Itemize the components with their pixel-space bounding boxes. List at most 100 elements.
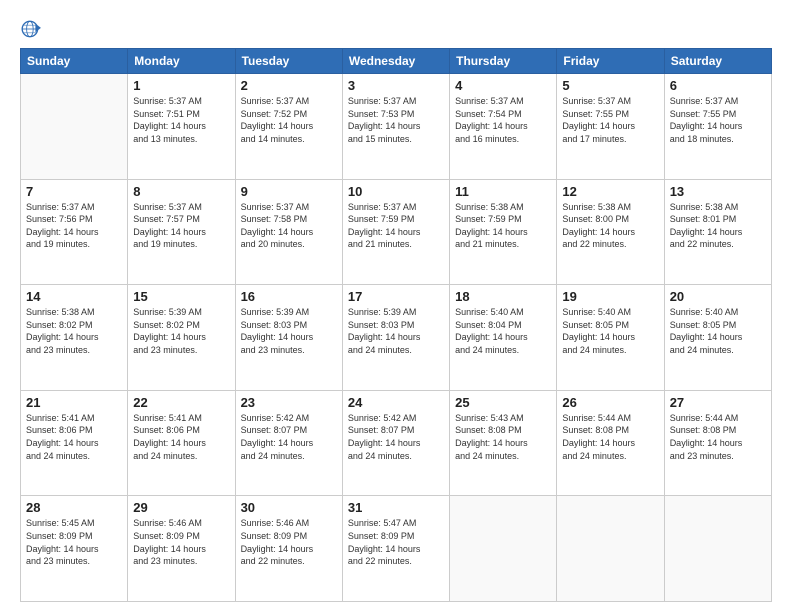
day-info: Sunrise: 5:44 AM Sunset: 8:08 PM Dayligh…	[562, 412, 658, 462]
calendar-cell: 28Sunrise: 5:45 AM Sunset: 8:09 PM Dayli…	[21, 496, 128, 602]
day-number: 28	[26, 500, 122, 515]
day-number: 9	[241, 184, 337, 199]
calendar-cell: 23 Sunrise: 5:42 AM Sunset: 8:07 PM Dayli…	[235, 390, 342, 496]
calendar-cell: 8 Sunrise: 5:37 AM Sunset: 7:57 PM Daylig…	[128, 179, 235, 285]
day-info: Sunrise: 5:40 AM Sunset: 8:04 PM Dayligh…	[455, 306, 551, 356]
weekday-sunday: Sunday	[21, 49, 128, 74]
day-number: 6	[670, 78, 766, 93]
day-info: Sunrise: 5:42 AM Sunset: 8:07 PM Dayligh…	[241, 412, 337, 462]
weekday-wednesday: Wednesday	[342, 49, 449, 74]
calendar-cell: 21 Sunrise: 5:41 AM Sunset: 8:06 PM Dayli…	[21, 390, 128, 496]
calendar-cell: 31Sunrise: 5:47 AM Sunset: 8:09 PM Dayli…	[342, 496, 449, 602]
header	[20, 18, 772, 40]
day-number: 19	[562, 289, 658, 304]
day-info: Sunrise: 5:43 AM Sunset: 8:08 PM Dayligh…	[455, 412, 551, 462]
day-number: 26	[562, 395, 658, 410]
day-info: Sunrise: 5:47 AM Sunset: 8:09 PM Dayligh…	[348, 517, 444, 567]
week-row-2: 7 Sunrise: 5:37 AM Sunset: 7:56 PM Daylig…	[21, 179, 772, 285]
calendar-cell: 9Sunrise: 5:37 AM Sunset: 7:58 PM Daylig…	[235, 179, 342, 285]
day-number: 24	[348, 395, 444, 410]
day-number: 13	[670, 184, 766, 199]
calendar-cell: 10 Sunrise: 5:37 AM Sunset: 7:59 PM Dayli…	[342, 179, 449, 285]
weekday-header-row: SundayMondayTuesdayWednesdayThursdayFrid…	[21, 49, 772, 74]
day-number: 21	[26, 395, 122, 410]
day-info: Sunrise: 5:37 AM Sunset: 7:59 PM Dayligh…	[348, 201, 444, 251]
weekday-thursday: Thursday	[450, 49, 557, 74]
calendar-cell: 1 Sunrise: 5:37 AM Sunset: 7:51 PM Daylig…	[128, 74, 235, 180]
calendar-cell: 17Sunrise: 5:39 AM Sunset: 8:03 PM Dayli…	[342, 285, 449, 391]
calendar-table: SundayMondayTuesdayWednesdayThursdayFrid…	[20, 48, 772, 602]
weekday-monday: Monday	[128, 49, 235, 74]
calendar-cell: 27 Sunrise: 5:44 AM Sunset: 8:08 PM Dayli…	[664, 390, 771, 496]
day-number: 20	[670, 289, 766, 304]
calendar-cell: 26 Sunrise: 5:44 AM Sunset: 8:08 PM Dayli…	[557, 390, 664, 496]
weekday-saturday: Saturday	[664, 49, 771, 74]
day-number: 29	[133, 500, 229, 515]
day-number: 8	[133, 184, 229, 199]
day-number: 27	[670, 395, 766, 410]
calendar-cell: 19 Sunrise: 5:40 AM Sunset: 8:05 PM Dayli…	[557, 285, 664, 391]
week-row-3: 14 Sunrise: 5:38 AM Sunset: 8:02 PM Dayli…	[21, 285, 772, 391]
day-info: Sunrise: 5:40 AM Sunset: 8:05 PM Dayligh…	[562, 306, 658, 356]
week-row-4: 21 Sunrise: 5:41 AM Sunset: 8:06 PM Dayli…	[21, 390, 772, 496]
calendar-cell: 30 Sunrise: 5:46 AM Sunset: 8:09 PM Dayli…	[235, 496, 342, 602]
calendar-cell: 3Sunrise: 5:37 AM Sunset: 7:53 PM Daylig…	[342, 74, 449, 180]
day-number: 3	[348, 78, 444, 93]
calendar-body: 1 Sunrise: 5:37 AM Sunset: 7:51 PM Daylig…	[21, 74, 772, 602]
calendar-cell: 7 Sunrise: 5:37 AM Sunset: 7:56 PM Daylig…	[21, 179, 128, 285]
day-info: Sunrise: 5:37 AM Sunset: 7:54 PM Dayligh…	[455, 95, 551, 145]
day-info: Sunrise: 5:37 AM Sunset: 7:56 PM Dayligh…	[26, 201, 122, 251]
day-number: 1	[133, 78, 229, 93]
day-info: Sunrise: 5:38 AM Sunset: 8:00 PM Dayligh…	[562, 201, 658, 251]
day-info: Sunrise: 5:37 AM Sunset: 7:52 PM Dayligh…	[241, 95, 337, 145]
calendar-cell: 11 Sunrise: 5:38 AM Sunset: 7:59 PM Dayli…	[450, 179, 557, 285]
day-info: Sunrise: 5:42 AM Sunset: 8:07 PM Dayligh…	[348, 412, 444, 462]
day-number: 2	[241, 78, 337, 93]
day-number: 30	[241, 500, 337, 515]
calendar-cell: 5Sunrise: 5:37 AM Sunset: 7:55 PM Daylig…	[557, 74, 664, 180]
day-info: Sunrise: 5:46 AM Sunset: 8:09 PM Dayligh…	[241, 517, 337, 567]
day-info: Sunrise: 5:37 AM Sunset: 7:51 PM Dayligh…	[133, 95, 229, 145]
week-row-5: 28Sunrise: 5:45 AM Sunset: 8:09 PM Dayli…	[21, 496, 772, 602]
day-number: 22	[133, 395, 229, 410]
calendar-cell: 20Sunrise: 5:40 AM Sunset: 8:05 PM Dayli…	[664, 285, 771, 391]
day-number: 11	[455, 184, 551, 199]
day-number: 4	[455, 78, 551, 93]
day-number: 12	[562, 184, 658, 199]
day-info: Sunrise: 5:44 AM Sunset: 8:08 PM Dayligh…	[670, 412, 766, 462]
generalblue-icon	[20, 18, 42, 40]
day-number: 16	[241, 289, 337, 304]
page: SundayMondayTuesdayWednesdayThursdayFrid…	[0, 0, 792, 612]
day-number: 23	[241, 395, 337, 410]
calendar-cell: 14 Sunrise: 5:38 AM Sunset: 8:02 PM Dayli…	[21, 285, 128, 391]
calendar-cell: 16Sunrise: 5:39 AM Sunset: 8:03 PM Dayli…	[235, 285, 342, 391]
calendar-cell: 25Sunrise: 5:43 AM Sunset: 8:08 PM Dayli…	[450, 390, 557, 496]
day-number: 18	[455, 289, 551, 304]
day-number: 10	[348, 184, 444, 199]
calendar-cell	[450, 496, 557, 602]
calendar-header: SundayMondayTuesdayWednesdayThursdayFrid…	[21, 49, 772, 74]
calendar-cell: 13 Sunrise: 5:38 AM Sunset: 8:01 PM Dayli…	[664, 179, 771, 285]
calendar-cell: 24 Sunrise: 5:42 AM Sunset: 8:07 PM Dayli…	[342, 390, 449, 496]
calendar-cell: 15 Sunrise: 5:39 AM Sunset: 8:02 PM Dayli…	[128, 285, 235, 391]
day-info: Sunrise: 5:46 AM Sunset: 8:09 PM Dayligh…	[133, 517, 229, 567]
day-number: 14	[26, 289, 122, 304]
day-info: Sunrise: 5:39 AM Sunset: 8:02 PM Dayligh…	[133, 306, 229, 356]
day-info: Sunrise: 5:38 AM Sunset: 7:59 PM Dayligh…	[455, 201, 551, 251]
day-number: 15	[133, 289, 229, 304]
day-info: Sunrise: 5:37 AM Sunset: 7:57 PM Dayligh…	[133, 201, 229, 251]
weekday-tuesday: Tuesday	[235, 49, 342, 74]
day-info: Sunrise: 5:38 AM Sunset: 8:01 PM Dayligh…	[670, 201, 766, 251]
calendar-cell: 2 Sunrise: 5:37 AM Sunset: 7:52 PM Daylig…	[235, 74, 342, 180]
day-info: Sunrise: 5:41 AM Sunset: 8:06 PM Dayligh…	[26, 412, 122, 462]
calendar-cell: 29 Sunrise: 5:46 AM Sunset: 8:09 PM Dayli…	[128, 496, 235, 602]
calendar-cell: 6 Sunrise: 5:37 AM Sunset: 7:55 PM Daylig…	[664, 74, 771, 180]
day-info: Sunrise: 5:38 AM Sunset: 8:02 PM Dayligh…	[26, 306, 122, 356]
calendar-cell: 12 Sunrise: 5:38 AM Sunset: 8:00 PM Dayli…	[557, 179, 664, 285]
calendar-cell	[21, 74, 128, 180]
day-info: Sunrise: 5:37 AM Sunset: 7:55 PM Dayligh…	[670, 95, 766, 145]
day-number: 7	[26, 184, 122, 199]
logo	[20, 18, 46, 40]
day-number: 17	[348, 289, 444, 304]
weekday-friday: Friday	[557, 49, 664, 74]
